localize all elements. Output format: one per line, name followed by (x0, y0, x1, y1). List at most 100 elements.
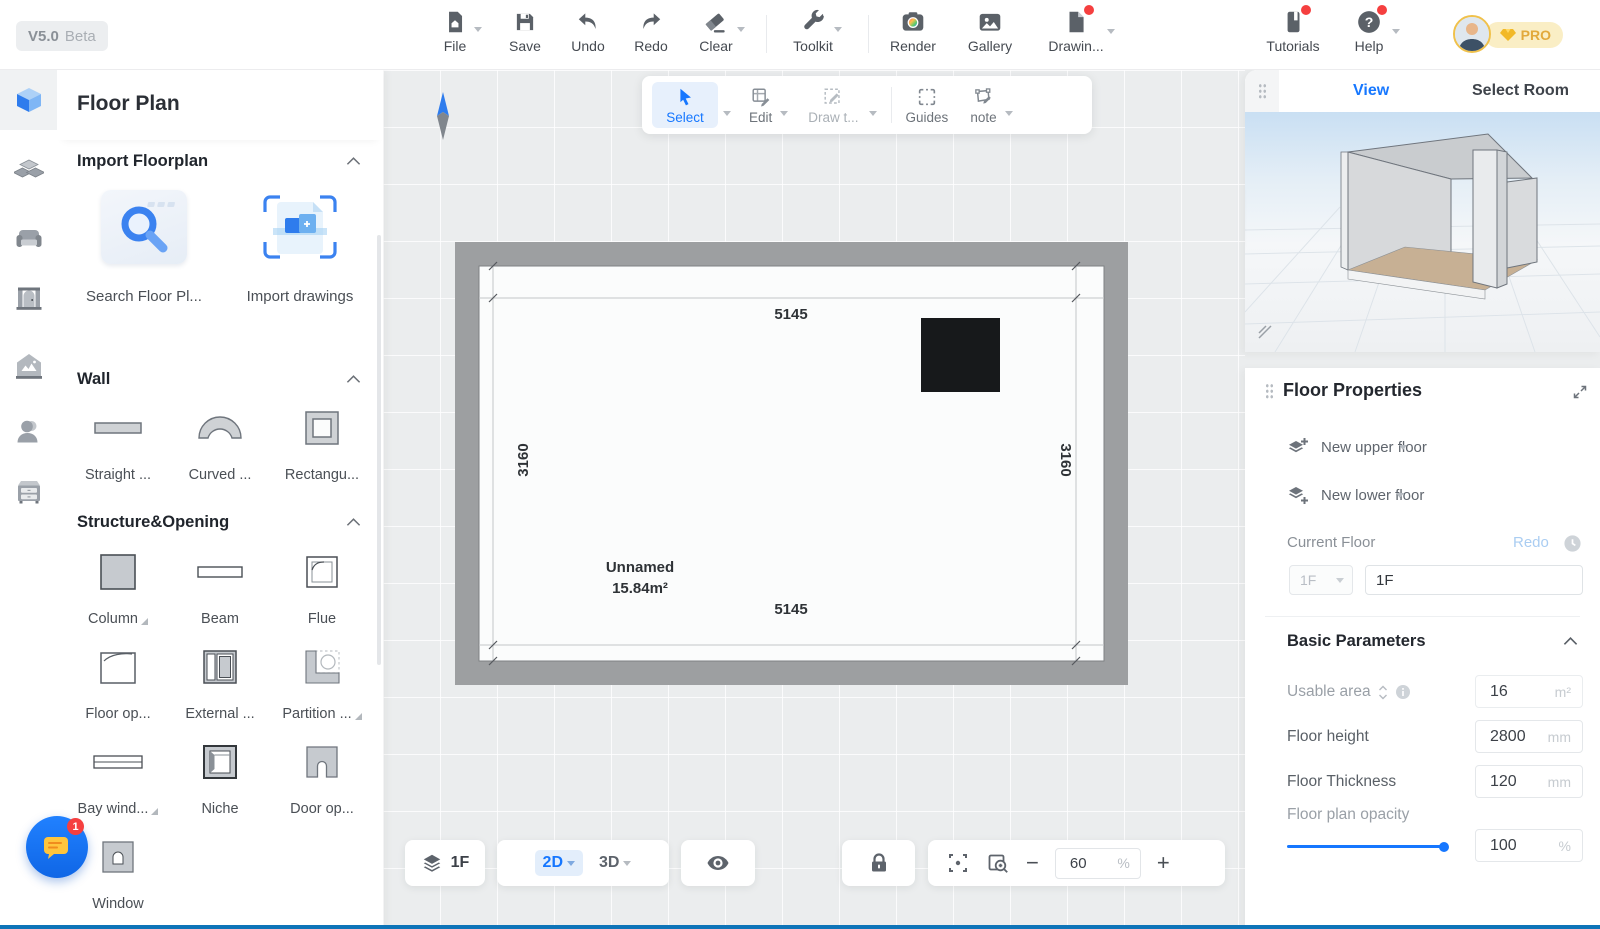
edit-tool-button[interactable]: Edit (749, 86, 772, 125)
floor-switcher-button[interactable]: 1F (405, 840, 485, 886)
mode-3d-button[interactable]: 3D (599, 854, 631, 872)
note-caret-icon[interactable] (1005, 111, 1013, 116)
structure-item-door-opening[interactable]: Door op... (271, 730, 373, 825)
redo-button[interactable]: Redo (618, 9, 684, 54)
expand-panel-icon[interactable] (1572, 384, 1588, 400)
render-button[interactable]: Render (880, 9, 946, 54)
tutorials-button[interactable]: Tutorials (1260, 9, 1326, 54)
save-button[interactable]: Save (492, 9, 558, 54)
zoom-in-button[interactable]: + (1157, 852, 1170, 874)
info-icon[interactable] (1395, 684, 1411, 700)
rail-item-floorplan[interactable] (0, 70, 57, 130)
drawing-document-icon (1063, 9, 1089, 35)
structure-section-header[interactable]: Structure&Opening (77, 511, 361, 533)
undo-icon (575, 9, 601, 35)
select-tool-label: Select (666, 110, 704, 125)
wall-section-header[interactable]: Wall (77, 368, 361, 390)
draw-tool-button[interactable]: Draw t... (808, 86, 858, 125)
rail-item-furniture[interactable] (0, 208, 57, 268)
gallery-button[interactable]: Gallery (957, 9, 1023, 54)
help-caret-icon (1392, 29, 1400, 34)
draw-caret-icon[interactable] (869, 111, 877, 116)
mode-3d-caret-icon (623, 861, 631, 866)
clear-button[interactable]: Clear (683, 9, 749, 54)
rail-item-account[interactable] (0, 402, 57, 462)
wall-item-rectangular[interactable]: Rectangu... (271, 396, 373, 491)
opacity-slider-handle[interactable] (1439, 842, 1449, 852)
visibility-button[interactable] (681, 840, 755, 886)
column-object[interactable] (921, 318, 1000, 392)
lock-button[interactable] (842, 840, 915, 886)
wall-item-straight[interactable]: Straight ... (67, 396, 169, 491)
tab-view[interactable]: View (1353, 82, 1389, 100)
opacity-slider[interactable] (1287, 845, 1445, 848)
3d-preview[interactable] (1245, 112, 1600, 352)
zoom-level-input[interactable]: 60 % (1055, 848, 1141, 879)
import-drawings-button[interactable]: Import drawings (225, 190, 375, 305)
rail-item-custom-furniture[interactable] (0, 462, 57, 522)
structure-item-column[interactable]: Column (67, 540, 169, 635)
floor-select-dropdown[interactable]: 1F (1289, 565, 1353, 595)
floor-plan-drawing[interactable]: 5145 5145 3160 3160 Unnamed 15.84m² (455, 242, 1128, 685)
sort-arrows-icon[interactable] (1378, 685, 1388, 700)
user-avatar[interactable] (1453, 15, 1491, 53)
floor-name-input[interactable] (1365, 565, 1583, 595)
mode-2d-button[interactable]: 2D (535, 850, 583, 876)
zoom-controls: − 60 % + (928, 840, 1225, 886)
select-caret-icon[interactable] (723, 111, 731, 116)
structure-item-floor-opening[interactable]: Floor op... (67, 635, 169, 730)
rail-item-flooring[interactable] (0, 142, 57, 202)
select-tool-button[interactable]: Select (652, 82, 718, 128)
edit-icon (750, 86, 772, 108)
zoom-unit: % (1117, 855, 1129, 871)
rail-item-doors-windows[interactable] (0, 268, 57, 328)
redo-history-link[interactable]: Redo (1513, 534, 1549, 551)
chat-support-button[interactable]: 1 (26, 816, 88, 878)
drag-handle[interactable] (1245, 70, 1279, 112)
search-floorplan-button[interactable]: Search Floor Pl... (69, 190, 219, 305)
history-clock-icon[interactable] (1563, 534, 1582, 553)
resize-handle-icon[interactable] (1257, 324, 1273, 340)
help-button[interactable]: ? Help (1336, 9, 1402, 54)
column-icon (67, 546, 169, 598)
pro-badge[interactable]: PRO (1485, 22, 1563, 48)
floorplan-cube-icon (14, 85, 44, 115)
zoom-out-button[interactable]: − (1026, 852, 1039, 874)
file-label: File (444, 38, 467, 54)
structure-item-beam[interactable]: Beam (169, 540, 271, 635)
undo-button[interactable]: Undo (555, 9, 621, 54)
avatar-image (1455, 17, 1489, 51)
opacity-input[interactable]: 100 % (1475, 829, 1583, 862)
structure-item-bay-window[interactable]: Bay wind... (67, 730, 169, 825)
tab-select-room[interactable]: Select Room (1472, 82, 1569, 100)
usable-area-input[interactable]: 16 m² (1475, 675, 1583, 708)
file-button[interactable]: File (422, 9, 488, 54)
room-name-label[interactable]: Unnamed (606, 559, 674, 576)
search-floorplan-label: Search Floor Pl... (86, 288, 202, 305)
fit-view-icon[interactable] (946, 851, 970, 875)
usable-area-unit: m² (1555, 684, 1571, 700)
floor-height-input[interactable]: 2800 mm (1475, 720, 1583, 753)
import-floorplan-section-header[interactable]: Import Floorplan (77, 150, 361, 172)
drawing-canvas[interactable]: Select Edit Draw t... Guides note (383, 70, 1245, 929)
drawing-button[interactable]: Drawin... (1043, 9, 1109, 54)
structure-item-external-window[interactable]: External ... (169, 635, 271, 730)
zoom-area-icon[interactable] (986, 851, 1010, 875)
toolkit-button[interactable]: Toolkit (780, 9, 846, 54)
structure-item-partition[interactable]: Partition ... (271, 635, 373, 730)
new-upper-floor-button[interactable]: New upper floor (1287, 433, 1427, 461)
panel-scrollbar[interactable] (377, 235, 381, 665)
note-tool-button[interactable]: note (970, 86, 996, 125)
guides-tool-button[interactable]: Guides (906, 86, 949, 125)
structure-item-niche[interactable]: Niche (169, 730, 271, 825)
chevron-up-icon[interactable] (1563, 636, 1578, 646)
drag-dots-icon[interactable] (1265, 383, 1274, 399)
new-lower-floor-button[interactable]: New lower floor (1287, 481, 1424, 509)
cabinet-icon (14, 477, 44, 507)
floorplan-catalog-panel: Floor Plan Import Floorplan Search Floor… (57, 70, 383, 929)
rail-item-decorate[interactable] (0, 336, 57, 396)
edit-caret-icon[interactable] (780, 111, 788, 116)
structure-item-flue[interactable]: Flue (271, 540, 373, 635)
floor-thickness-input[interactable]: 120 mm (1475, 765, 1583, 798)
wall-item-curved[interactable]: Curved ... (169, 396, 271, 491)
